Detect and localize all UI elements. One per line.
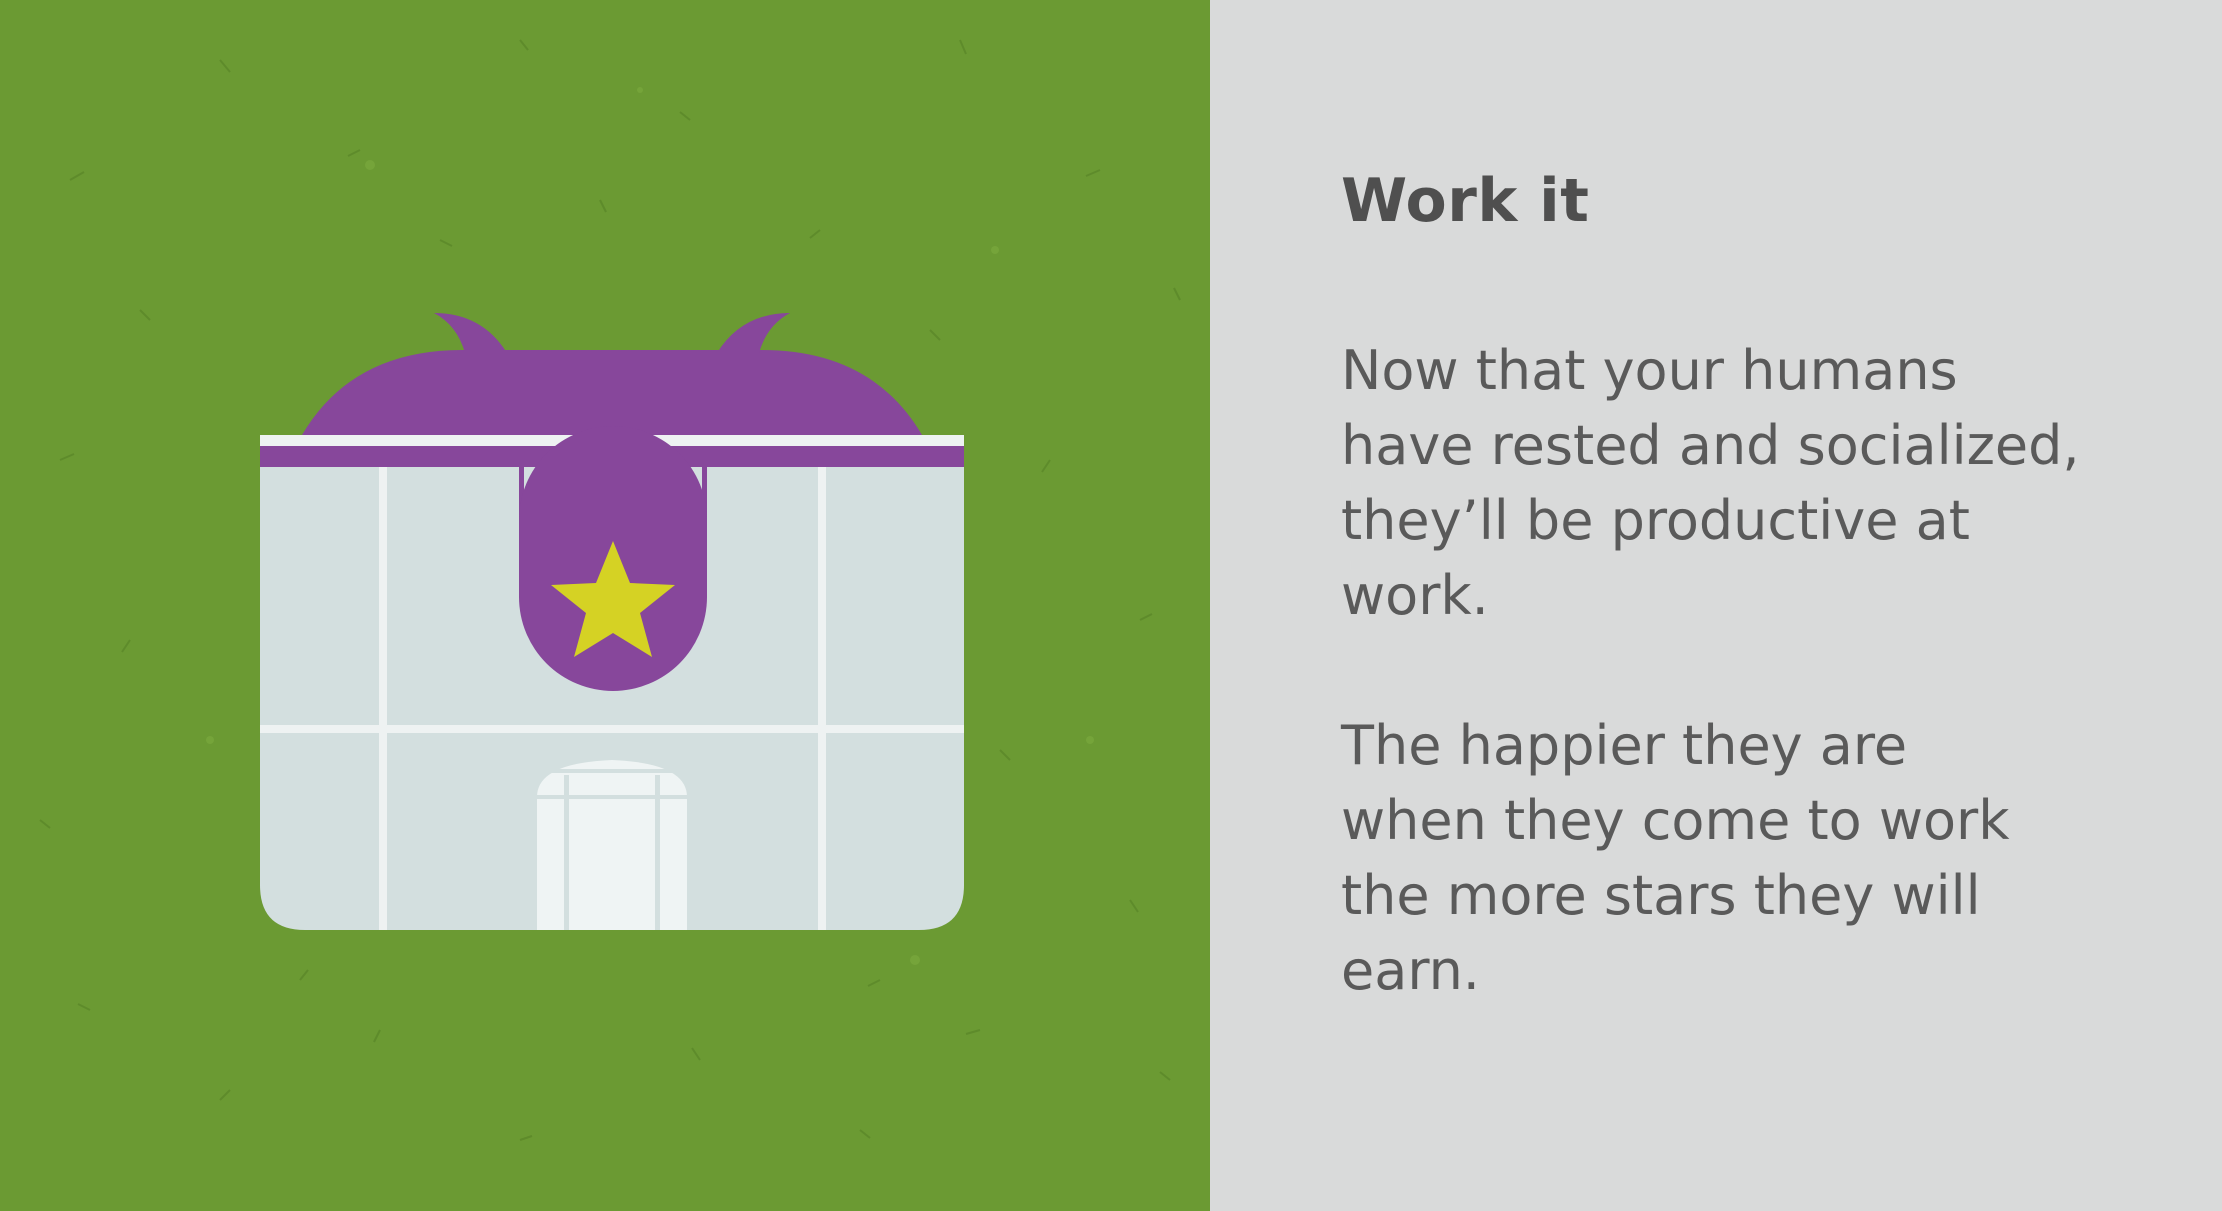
roof-ear-right xyxy=(717,313,790,353)
grass-background xyxy=(0,0,1210,1211)
roof-ear-left xyxy=(434,313,507,353)
window-frame-horizontal xyxy=(260,725,964,733)
card-paragraph-1: Now that your humans have rested and soc… xyxy=(1341,339,2080,627)
door-transom-bottom xyxy=(537,795,687,799)
door-transom-top xyxy=(537,769,687,773)
office-building-illustration xyxy=(260,313,964,930)
tutorial-screen: Work it Now that your humans have rested… xyxy=(0,0,2222,1211)
building-door xyxy=(537,760,687,930)
window-frame-vertical-left xyxy=(379,465,387,930)
building-roof xyxy=(302,350,922,435)
card-title: Work it xyxy=(1341,166,1590,236)
window-frame-vertical-right xyxy=(818,465,826,930)
info-panel: Work it Now that your humans have rested… xyxy=(1210,0,2222,1211)
card-paragraph-2: The happier they are when they come to w… xyxy=(1341,714,2010,1002)
